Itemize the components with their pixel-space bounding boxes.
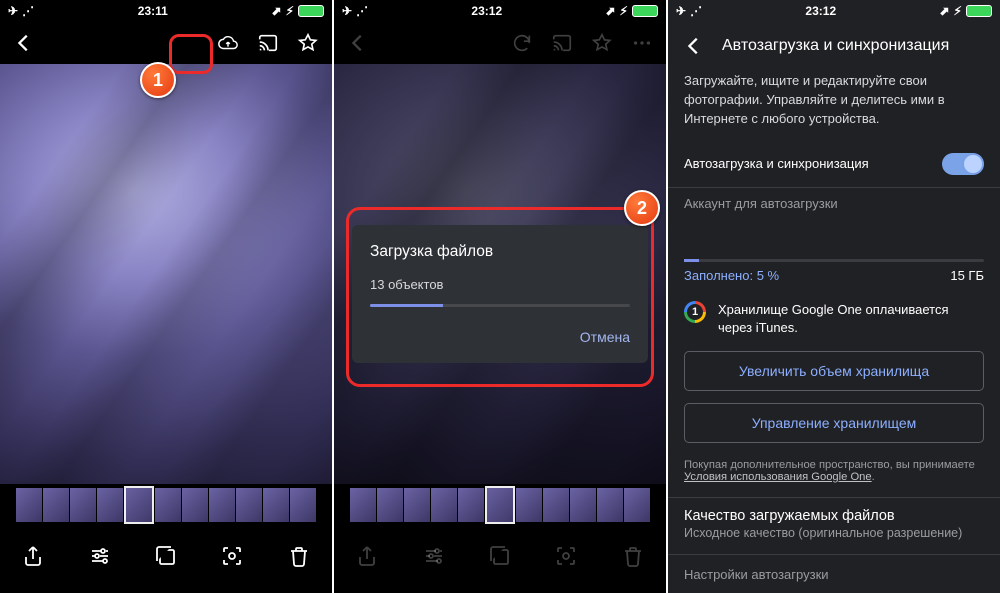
page-description: Загружайте, ищите и редактируйте свои фо…: [668, 72, 1000, 141]
app-bar: [334, 22, 666, 64]
bottom-toolbar: [0, 526, 332, 586]
manage-storage-button[interactable]: Управление хранилищем: [684, 403, 984, 443]
status-time: 23:12: [805, 4, 836, 18]
storage-bar: [684, 259, 984, 262]
status-time: 23:11: [138, 4, 168, 18]
status-bar: ✈︎⋰ 23:12 ⬈⚡︎: [668, 0, 1000, 22]
edit-button[interactable]: [82, 538, 118, 574]
cast-button[interactable]: [250, 25, 286, 61]
wifi-icon: ⋰: [22, 4, 34, 18]
annotation-badge-1: 1: [140, 62, 176, 98]
lens-button: [548, 538, 584, 574]
status-bar: ✈︎⋰ 23:11 ⬈⚡︎: [0, 0, 332, 22]
sync-icon: [504, 25, 540, 61]
share-button: [349, 538, 385, 574]
library-button: [482, 538, 518, 574]
trash-button: [615, 538, 651, 574]
bottom-toolbar: [334, 526, 666, 586]
google-one-text: Хранилище Google One оплачивается через …: [718, 301, 984, 337]
status-time: 23:12: [471, 4, 502, 18]
terms-link[interactable]: Условия использования Google One: [684, 471, 872, 483]
cloud-upload-button[interactable]: [210, 25, 246, 61]
airplane-icon: ✈︎: [8, 4, 18, 18]
library-button[interactable]: [148, 538, 184, 574]
battery-icon: [298, 5, 324, 17]
thumbnail-selected: [124, 486, 154, 524]
terms-note: Покупая дополнительное пространство, вы …: [668, 455, 1000, 497]
annotation-box-1: [169, 34, 213, 74]
cast-button: [544, 25, 580, 61]
photo-viewer[interactable]: [0, 64, 332, 484]
back-button[interactable]: [676, 28, 712, 64]
google-one-icon: 1: [684, 301, 706, 323]
backup-sync-toggle[interactable]: [942, 153, 984, 175]
status-bar: ✈︎⋰ 23:12 ⬈⚡︎: [334, 0, 666, 22]
thumbnail-strip[interactable]: [0, 484, 332, 526]
app-bar: [0, 22, 332, 64]
back-button[interactable]: [6, 25, 42, 61]
upload-quality-title[interactable]: Качество загружаемых файлов: [668, 498, 1000, 526]
edit-button: [416, 538, 452, 574]
storage-total-label: 15 ГБ: [950, 268, 984, 283]
annotation-box-2: [346, 207, 654, 387]
share-button[interactable]: [15, 538, 51, 574]
more-button: [624, 25, 660, 61]
star-button: [584, 25, 620, 61]
star-button[interactable]: [290, 25, 326, 61]
storage-filled-label: Заполнено: 5 %: [684, 268, 779, 283]
trash-button[interactable]: [281, 538, 317, 574]
page-title: Автозагрузка и синхронизация: [722, 37, 949, 55]
back-button: [340, 25, 376, 61]
thumbnail-strip: [334, 484, 666, 526]
lens-button[interactable]: [214, 538, 250, 574]
increase-storage-button[interactable]: Увеличить объем хранилища: [684, 351, 984, 391]
upload-quality-sub: Исходное качество (оригинальное разрешен…: [668, 526, 1000, 554]
annotation-badge-2: 2: [624, 190, 660, 226]
toggle-label: Автозагрузка и синхронизация: [684, 156, 869, 171]
autoload-settings-label: Настройки автозагрузки: [668, 555, 1000, 586]
account-section-label: Аккаунт для автозагрузки: [668, 188, 1000, 215]
